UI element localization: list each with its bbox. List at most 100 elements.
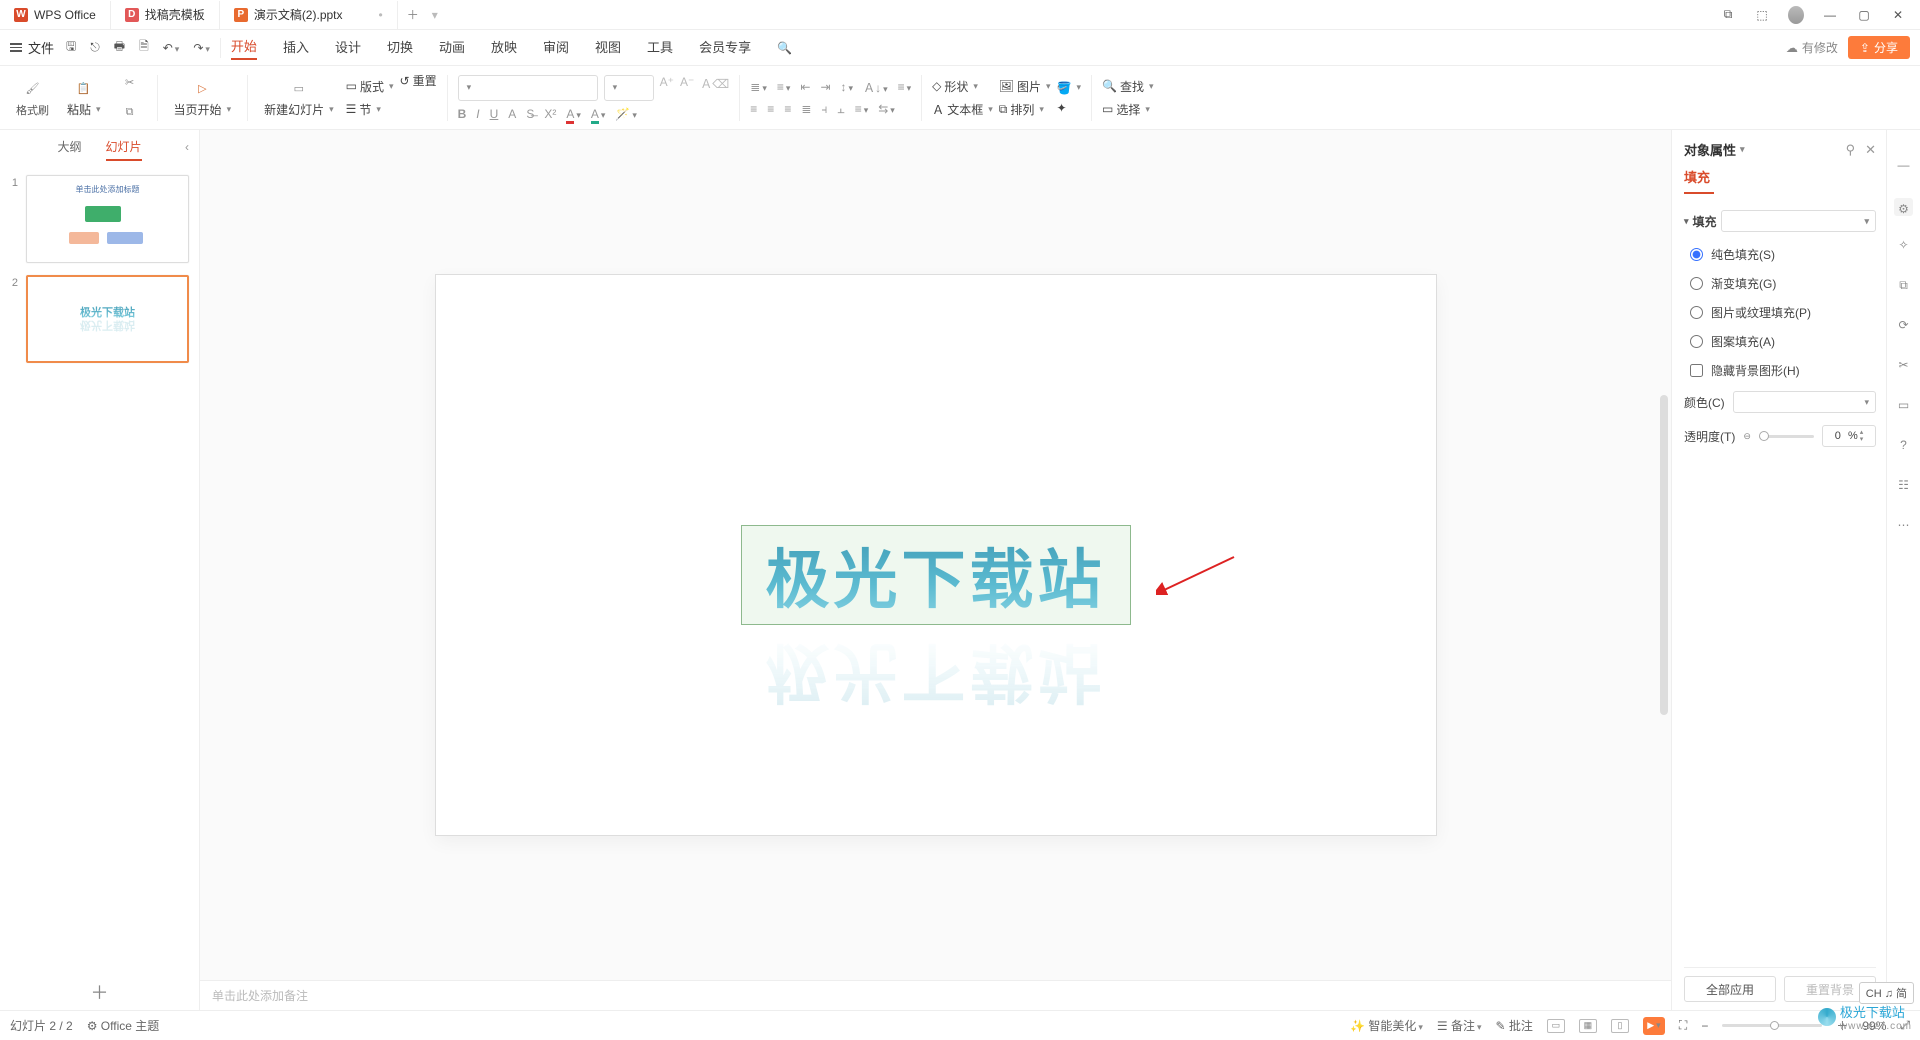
fill-preset-select[interactable] xyxy=(1721,210,1876,232)
preview-icon[interactable]: 🗎 xyxy=(139,37,149,58)
rail-layers-icon[interactable]: ⧉ xyxy=(1899,278,1908,296)
opacity-slider[interactable] xyxy=(1759,435,1814,438)
align-right-button[interactable]: ≡ xyxy=(784,102,791,116)
view-reading-icon[interactable]: ▯ xyxy=(1611,1019,1629,1033)
cut-copy[interactable]: ✂⧉ xyxy=(113,72,147,124)
menu-animation[interactable]: 动画 xyxy=(439,37,465,59)
italic-button[interactable]: I xyxy=(476,107,479,121)
rail-more-icon[interactable]: ⋯ xyxy=(1898,518,1910,536)
selected-text-object[interactable]: 极光下载站 xyxy=(741,525,1131,625)
rail-tools-icon[interactable]: ✂ xyxy=(1898,358,1908,376)
paste-button[interactable]: 📋粘贴 xyxy=(61,77,107,118)
textbox-button[interactable]: Ａ 文本框 xyxy=(932,101,993,118)
rail-screen-icon[interactable]: ▭ xyxy=(1898,398,1909,416)
view-sorter-icon[interactable]: ▦ xyxy=(1579,1019,1597,1033)
app-tab-wps[interactable]: W WPS Office xyxy=(0,1,111,29)
close-panel-icon[interactable]: ✕ xyxy=(1865,142,1876,158)
rail-settings-icon[interactable]: ⚙ xyxy=(1894,198,1913,216)
share-button[interactable]: ⇪ 分享 xyxy=(1848,36,1910,59)
font-color-button[interactable]: A xyxy=(566,107,581,121)
app-tab-template[interactable]: D 找稿壳模板 xyxy=(111,1,220,29)
tab-menu-caret[interactable]: ▾ xyxy=(432,8,438,22)
canvas-scrollbar[interactable] xyxy=(1660,130,1668,980)
view-normal-icon[interactable]: ▭ xyxy=(1547,1019,1565,1033)
apply-all-button[interactable]: 全部应用 xyxy=(1684,976,1776,1002)
left-tab-outline[interactable]: 大纲 xyxy=(57,138,81,161)
menu-tools[interactable]: 工具 xyxy=(647,37,673,59)
from-current[interactable]: ▷当页开始 xyxy=(168,77,238,118)
reset-button[interactable]: ↺ 重置 xyxy=(400,72,437,89)
redo-button[interactable]: ↷ xyxy=(193,41,210,55)
save-icon[interactable]: 🖫 xyxy=(66,37,76,58)
pin-icon[interactable]: ⚲ xyxy=(1846,142,1856,158)
text-effects-button[interactable]: 🪄 xyxy=(615,107,636,121)
shadow-button[interactable]: A xyxy=(508,107,516,121)
window-maximize-icon[interactable]: ▢ xyxy=(1856,8,1872,22)
line-spacing-button[interactable]: ↕ xyxy=(841,80,854,94)
file-menu[interactable]: 文件 xyxy=(28,38,54,57)
bullets-button[interactable]: ≣ xyxy=(750,80,767,94)
text-direction-button[interactable]: Ａ↓ xyxy=(863,79,888,96)
fill-texture-radio[interactable]: 图片或纹理填充(P) xyxy=(1684,304,1876,321)
add-slide-button[interactable]: ＋ xyxy=(0,974,199,1010)
menu-design[interactable]: 设计 xyxy=(335,37,361,59)
menu-insert[interactable]: 插入 xyxy=(283,37,309,59)
rail-style-icon[interactable]: ✧ xyxy=(1898,238,1908,256)
font-family-select[interactable] xyxy=(458,75,598,101)
user-avatar[interactable] xyxy=(1788,6,1804,24)
export-icon[interactable]: ⎋ xyxy=(90,40,100,55)
numbering-button[interactable]: ≡ xyxy=(777,80,791,94)
tab-add-button[interactable]: ＋ xyxy=(398,6,428,23)
cloud-modify[interactable]: ☁ 有修改 xyxy=(1786,39,1838,56)
fill-picker[interactable]: 🪣 xyxy=(1057,81,1081,95)
window-minimize-icon[interactable]: — xyxy=(1822,8,1838,22)
menu-review[interactable]: 审阅 xyxy=(543,37,569,59)
print-icon[interactable]: 🖶 xyxy=(114,37,125,58)
section-select[interactable]: ☰ 节 xyxy=(346,101,394,118)
prop-tab-fill[interactable]: 填充 xyxy=(1684,167,1714,194)
smart-beautify[interactable]: ✨ 智能美化 xyxy=(1350,1017,1423,1034)
find-button[interactable]: 🔍 查找 xyxy=(1102,78,1154,95)
fill-gradient-radio[interactable]: 渐变填充(G) xyxy=(1684,275,1876,292)
highlight-button[interactable]: A xyxy=(591,107,606,121)
ime-indicator[interactable]: CH ♫ 简 xyxy=(1859,982,1914,1004)
bold-button[interactable]: B xyxy=(458,107,467,121)
effects-picker[interactable]: ✦ xyxy=(1057,101,1081,115)
notes-placeholder[interactable]: 单击此处添加备注 xyxy=(200,980,1671,1010)
fill-solid-radio[interactable]: 纯色填充(S) xyxy=(1684,246,1876,263)
fill-pattern-radio[interactable]: 图案填充(A) xyxy=(1684,333,1876,350)
distribute-v-button[interactable]: ⫠ xyxy=(837,102,844,117)
rail-help-icon[interactable]: ? xyxy=(1900,438,1907,456)
format-painter[interactable]: 🖌格式刷 xyxy=(10,78,55,118)
increase-font-icon[interactable]: A⁺ xyxy=(660,75,674,101)
status-notes[interactable]: ☰ 备注 xyxy=(1437,1017,1482,1034)
slide-thumb-1[interactable]: 1 单击此处添加标题 xyxy=(6,175,189,263)
clear-format-icon[interactable]: Ａ⌫ xyxy=(700,75,729,101)
picture-button[interactable]: 🖼 图片 xyxy=(999,78,1051,95)
underline-button[interactable]: U xyxy=(490,107,499,121)
indent-dec-button[interactable]: ⇤ xyxy=(800,80,810,94)
shape-button[interactable]: ◇ 形状 xyxy=(932,78,993,95)
superscript-button[interactable]: X² xyxy=(544,107,556,121)
opacity-value[interactable]: 0 %▴▾ xyxy=(1822,425,1876,447)
arrange-button[interactable]: ⧉ 排列 xyxy=(999,101,1051,118)
status-comments[interactable]: ✎ 批注 xyxy=(1496,1017,1533,1034)
columns-button[interactable]: ≡ xyxy=(855,102,869,116)
select-button[interactable]: ▭ 选择 xyxy=(1102,101,1154,118)
zoom-out-icon[interactable]: − xyxy=(1701,1019,1708,1033)
font-size-select[interactable] xyxy=(604,75,654,101)
app-tab-file[interactable]: P 演示文稿(2).pptx • xyxy=(220,1,398,29)
left-tab-slides[interactable]: 幻灯片 xyxy=(106,138,142,161)
distribute-h-button[interactable]: ⫞ xyxy=(821,102,827,117)
status-theme[interactable]: ⚙ Office 主题 xyxy=(87,1017,160,1034)
decrease-font-icon[interactable]: A⁻ xyxy=(680,75,694,101)
play-button[interactable]: ▶ xyxy=(1643,1017,1665,1035)
align-text-button[interactable]: ≡ xyxy=(898,80,912,94)
new-slide[interactable]: ▭新建幻灯片 xyxy=(258,77,340,118)
hamburger-icon[interactable] xyxy=(10,43,22,52)
zoom-slider[interactable] xyxy=(1722,1024,1822,1027)
align-justify-button[interactable]: ≣ xyxy=(801,102,811,116)
rail-animate-icon[interactable]: ⟳ xyxy=(1898,318,1908,336)
slide-thumb-2[interactable]: 2 极光下载站 极光下载站 xyxy=(6,275,189,363)
menu-view[interactable]: 视图 xyxy=(595,37,621,59)
